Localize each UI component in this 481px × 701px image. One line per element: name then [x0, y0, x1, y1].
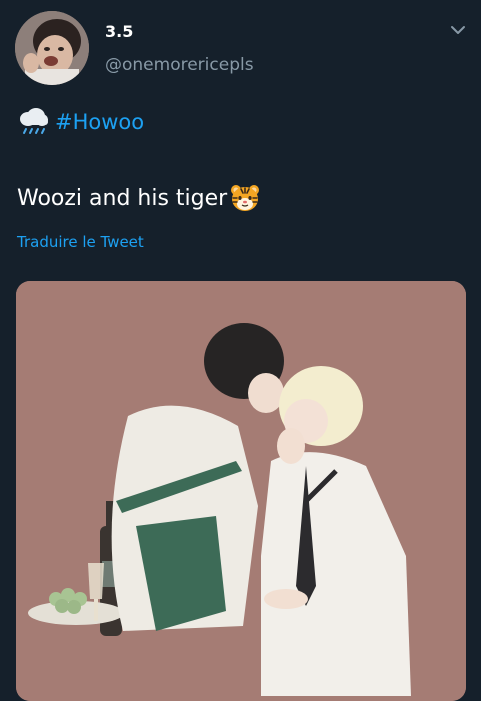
tiger-face-icon: [231, 185, 260, 211]
avatar-image: [15, 11, 89, 85]
tweet-body: Woozi and his tiger: [17, 185, 228, 211]
translate-tweet-link[interactable]: Traduire le Tweet: [17, 233, 144, 251]
hashtag-line: #Howoo: [17, 107, 144, 137]
hashtag-link[interactable]: #Howoo: [55, 110, 144, 134]
tweet-text: Woozi and his tiger: [17, 182, 261, 214]
display-name[interactable]: 3.5: [105, 22, 133, 41]
chevron-down-icon[interactable]: [448, 22, 468, 38]
tweet-media[interactable]: [16, 281, 466, 701]
illustration-image: [16, 281, 466, 701]
rain-cloud-icon: [20, 108, 48, 134]
handle[interactable]: @onemorericepls: [105, 55, 254, 75]
avatar[interactable]: [15, 11, 89, 85]
